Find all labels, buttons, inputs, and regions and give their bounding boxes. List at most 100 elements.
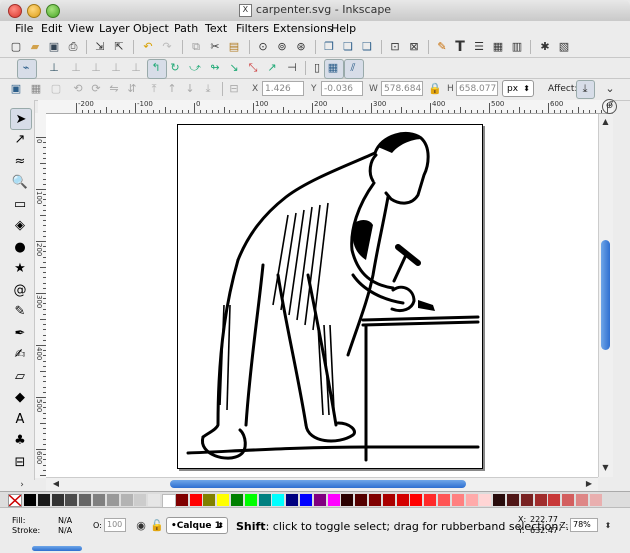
- color-swatch[interactable]: [272, 494, 285, 506]
- zoom-selection-icon[interactable]: ⊙: [255, 39, 271, 55]
- fill-stroke-icon[interactable]: ✎: [434, 39, 450, 55]
- color-swatch[interactable]: [576, 494, 588, 506]
- scroll-left-icon[interactable]: ◀: [48, 476, 64, 492]
- lower-icon[interactable]: ↓: [182, 81, 198, 97]
- flip-horizontal-icon[interactable]: ⇋: [106, 81, 122, 97]
- duplicate-icon[interactable]: ❐: [321, 39, 337, 55]
- color-swatch[interactable]: [189, 494, 202, 506]
- pencil-tool[interactable]: ✎: [10, 302, 30, 322]
- color-swatch[interactable]: [175, 494, 188, 506]
- star-tool[interactable]: ★: [10, 259, 30, 279]
- horizontal-scroll-thumb[interactable]: [170, 480, 466, 488]
- x-field[interactable]: 1.426: [262, 81, 304, 96]
- rect-tool[interactable]: ▭: [10, 194, 30, 214]
- menu-path[interactable]: Path: [174, 22, 198, 35]
- spray-tool[interactable]: ♣: [10, 431, 30, 451]
- join-nodes-icon[interactable]: ⊥: [88, 60, 104, 76]
- save-icon[interactable]: ▣: [46, 39, 62, 55]
- pen-tool[interactable]: ✒: [10, 323, 30, 343]
- y-field[interactable]: -0.036: [321, 81, 363, 96]
- object-to-path-icon[interactable]: ↗: [264, 60, 280, 76]
- color-swatch[interactable]: [520, 494, 533, 506]
- document-properties-icon[interactable]: ▧: [556, 39, 572, 55]
- unit-select[interactable]: px ⬍: [502, 80, 534, 97]
- align-distribute-icon[interactable]: ▥: [509, 39, 525, 55]
- color-swatch[interactable]: [327, 494, 340, 506]
- color-swatch[interactable]: [37, 494, 50, 506]
- copy-icon[interactable]: ⧉: [188, 39, 204, 55]
- color-swatch[interactable]: [410, 494, 423, 506]
- rotate-cw-icon[interactable]: ⟳: [88, 81, 104, 97]
- zoom-drawing-icon[interactable]: ⊚: [274, 39, 290, 55]
- open-folder-icon[interactable]: ▰: [27, 39, 43, 55]
- color-swatch[interactable]: [369, 494, 381, 506]
- xml-editor-icon[interactable]: ▦: [490, 39, 506, 55]
- zoom-page-icon[interactable]: ⊛: [293, 39, 309, 55]
- toolbar-overflow-icon[interactable]: ⌄: [602, 81, 618, 97]
- eraser-tool[interactable]: ▱: [10, 366, 30, 386]
- color-swatch[interactable]: [244, 494, 257, 506]
- ellipse-tool[interactable]: ●: [10, 237, 30, 257]
- color-swatch[interactable]: [79, 494, 92, 506]
- menu-filters[interactable]: Filters: [236, 22, 269, 35]
- layers-icon[interactable]: ☰: [471, 39, 487, 55]
- color-swatch[interactable]: [396, 494, 409, 506]
- color-swatch[interactable]: [451, 494, 464, 506]
- color-swatch[interactable]: [51, 494, 64, 506]
- flip-vertical-icon[interactable]: ⇵: [124, 81, 140, 97]
- zoom-field[interactable]: 78%: [570, 518, 598, 532]
- color-swatch[interactable]: [562, 494, 575, 506]
- ungroup-icon[interactable]: ⊠: [406, 39, 422, 55]
- cut-icon[interactable]: ✂: [207, 39, 223, 55]
- undo-icon[interactable]: ↶: [140, 39, 156, 55]
- group-icon[interactable]: ⊡: [387, 39, 403, 55]
- break-node-icon[interactable]: ⊥: [108, 60, 124, 76]
- color-swatch[interactable]: [479, 494, 492, 506]
- new-document-icon[interactable]: ▢: [8, 39, 24, 55]
- zoom-updown-icon[interactable]: ⬍: [600, 518, 616, 534]
- insert-node-icon[interactable]: ⊥: [46, 60, 62, 76]
- no-paint-swatch[interactable]: [8, 494, 22, 507]
- color-swatch[interactable]: [258, 494, 271, 506]
- drawing-canvas[interactable]: [46, 114, 598, 477]
- zoom-corner-icon[interactable]: ⊕: [602, 99, 617, 114]
- color-swatch[interactable]: [203, 494, 216, 506]
- color-swatch[interactable]: [438, 494, 450, 506]
- import-icon[interactable]: ⇲: [92, 39, 108, 55]
- lower-to-bottom-icon[interactable]: ⤓: [200, 81, 216, 97]
- color-swatch[interactable]: [106, 494, 119, 506]
- status-scroll-thumb[interactable]: [32, 546, 82, 551]
- scroll-up-icon[interactable]: ▲: [599, 114, 612, 130]
- layer-select[interactable]: •Calque 1 ⬍: [166, 517, 228, 534]
- segment-line-icon[interactable]: ↘: [226, 60, 242, 76]
- menu-help[interactable]: Help: [331, 22, 356, 35]
- vertical-scroll-thumb[interactable]: [601, 240, 610, 350]
- node-tool[interactable]: ↗: [10, 130, 30, 150]
- color-swatch[interactable]: [148, 494, 161, 506]
- color-swatch[interactable]: [534, 494, 547, 506]
- color-swatch[interactable]: [134, 494, 147, 506]
- layer-lock-icon[interactable]: 🔓: [149, 518, 165, 534]
- redo-icon[interactable]: ↷: [159, 39, 175, 55]
- auto-smooth-node-icon[interactable]: ↬: [207, 60, 223, 76]
- color-swatch[interactable]: [465, 494, 478, 506]
- color-swatch[interactable]: [424, 494, 437, 506]
- symmetric-node-icon[interactable]: ⤻: [187, 60, 203, 76]
- delete-node-icon[interactable]: ⊥: [68, 60, 84, 76]
- tweak-tool[interactable]: ≈: [10, 151, 30, 171]
- color-swatch[interactable]: [300, 494, 312, 506]
- preferences-icon[interactable]: ✱: [537, 39, 553, 55]
- color-swatch[interactable]: [507, 494, 519, 506]
- unlink-clone-icon[interactable]: ❑: [359, 39, 375, 55]
- color-swatch[interactable]: [493, 494, 506, 506]
- raise-to-top-icon[interactable]: ⤒: [146, 81, 162, 97]
- clone-icon[interactable]: ❏: [340, 39, 356, 55]
- color-swatch[interactable]: [120, 494, 133, 506]
- menu-view[interactable]: View: [68, 22, 94, 35]
- text-font-icon[interactable]: T: [452, 39, 468, 55]
- paste-icon[interactable]: ▤: [226, 39, 242, 55]
- select-all-layers-icon[interactable]: ▦: [28, 81, 44, 97]
- color-swatch[interactable]: [382, 494, 395, 506]
- color-swatch[interactable]: [65, 494, 78, 506]
- smooth-node-icon[interactable]: ↻: [167, 60, 183, 76]
